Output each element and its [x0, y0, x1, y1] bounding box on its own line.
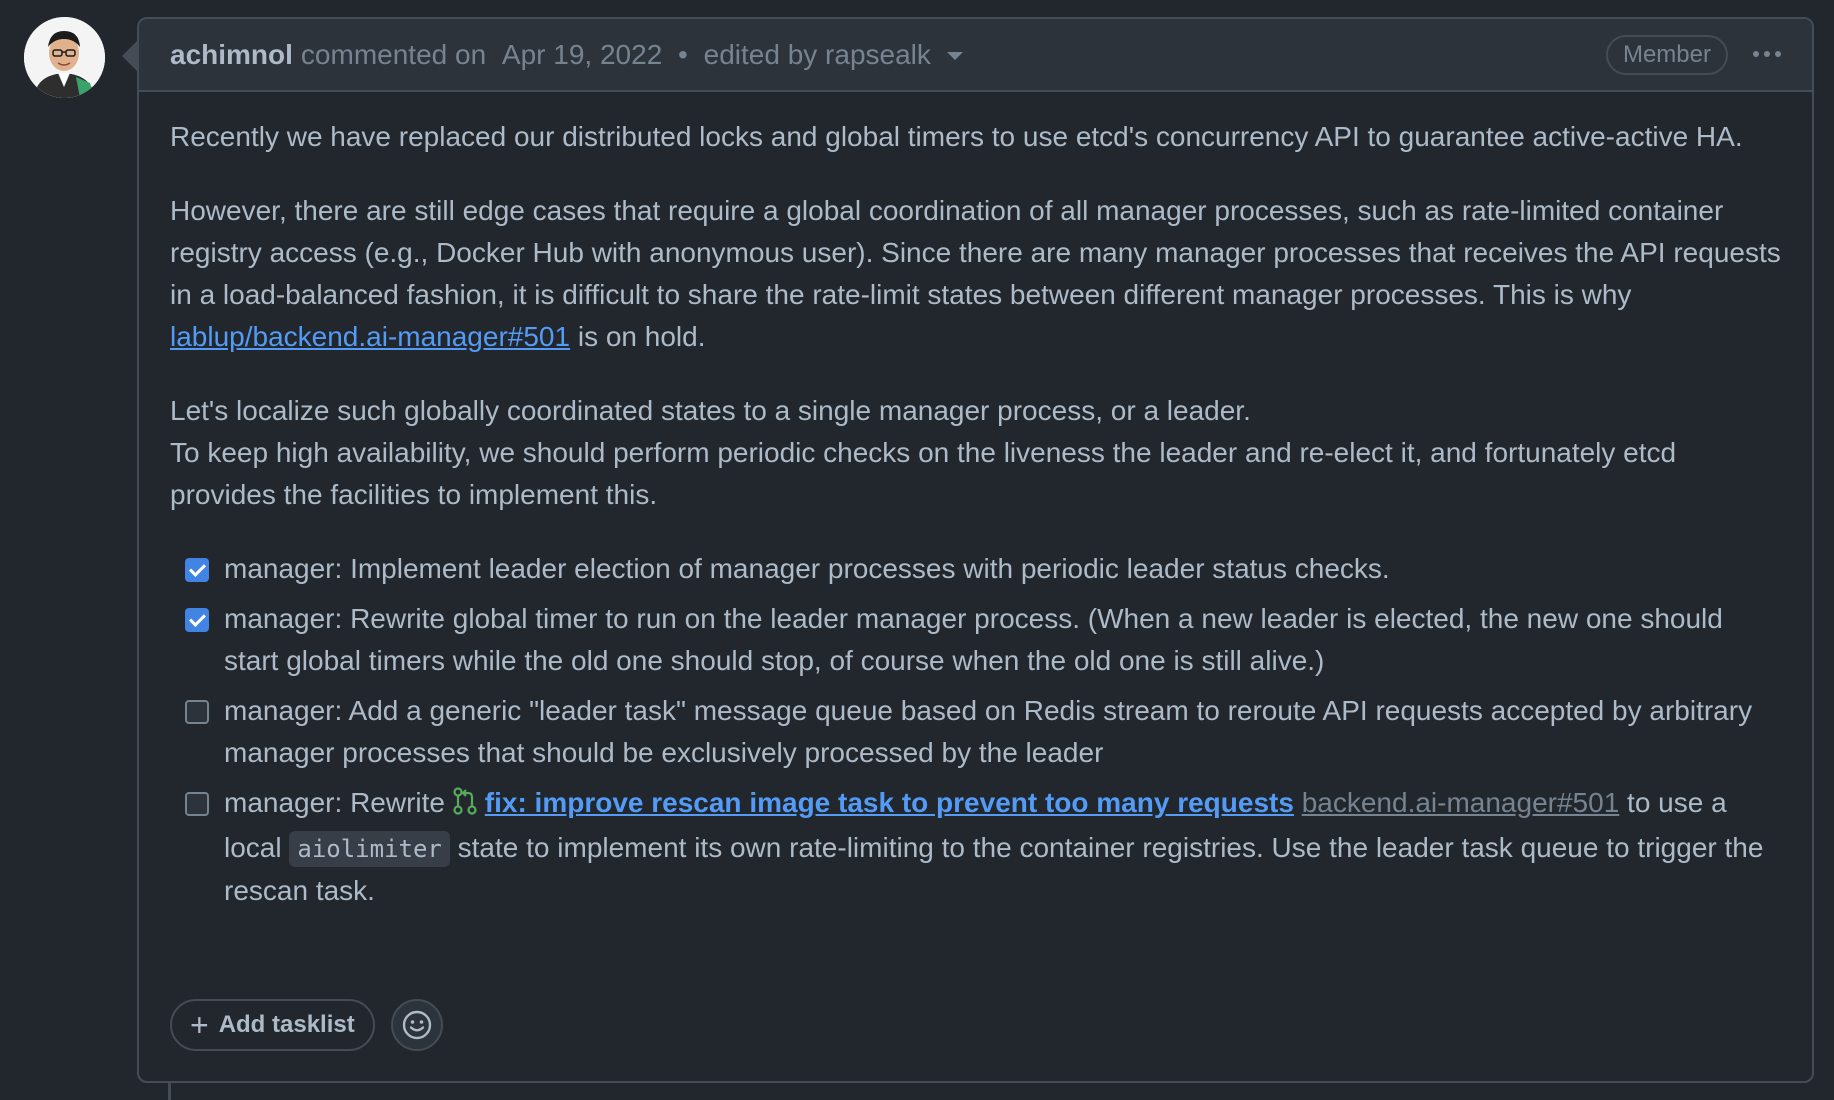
comment-pointer: [122, 40, 138, 72]
paragraph-3-line-1: Let's localize such globally coordinated…: [170, 395, 1251, 426]
task-checkbox[interactable]: [185, 700, 209, 724]
avatar-image: [24, 17, 105, 98]
task-checkbox[interactable]: [185, 558, 209, 582]
plus-icon: +: [190, 1007, 209, 1043]
author-name[interactable]: achimnol: [170, 39, 293, 71]
meta-separator: •: [678, 38, 688, 70]
task-item: manager: Rewrite fix: improve rescan ima…: [170, 782, 1782, 912]
comment-actions: + Add tasklist: [170, 999, 443, 1051]
paragraph-3: Let's localize such globally coordinated…: [170, 390, 1782, 516]
inline-code: aiolimiter: [289, 831, 450, 867]
paragraph-2-tail: is on hold.: [570, 321, 706, 352]
comment-meta: commented on Apr 19, 2022 • edited by ra…: [293, 39, 963, 71]
pull-request-ref[interactable]: backend.ai-manager#501: [1302, 787, 1620, 818]
comment-date[interactable]: Apr 19, 2022: [502, 39, 662, 70]
paragraph-2-text: However, there are still edge cases that…: [170, 195, 1781, 310]
task-item: manager: Rewrite global timer to run on …: [170, 598, 1782, 682]
task-text-suffix: state to implement its own rate-limiting…: [224, 832, 1764, 906]
kebab-horizontal-icon[interactable]: [1752, 35, 1782, 63]
task-text: manager: Implement leader election of ma…: [224, 553, 1390, 584]
task-item: manager: Implement leader election of ma…: [170, 548, 1782, 590]
issue-link[interactable]: lablup/backend.ai-manager#501: [170, 321, 570, 352]
issue-comment: achimnol commented on Apr 19, 2022 • edi…: [137, 17, 1814, 1083]
issue-page: achimnol commented on Apr 19, 2022 • edi…: [0, 0, 1834, 1100]
edited-by-menu[interactable]: edited by rapsealk: [704, 39, 931, 70]
smiley-icon: [402, 1010, 431, 1040]
chevron-down-icon[interactable]: [946, 52, 963, 61]
pull-request-link[interactable]: fix: improve rescan image task to preven…: [485, 787, 1294, 818]
author-avatar[interactable]: [24, 17, 105, 98]
task-checkbox[interactable]: [185, 608, 209, 632]
add-reaction-button[interactable]: [390, 999, 443, 1051]
task-item: manager: Add a generic "leader task" mes…: [170, 690, 1782, 774]
git-pull-request-icon: [453, 785, 477, 827]
member-badge: Member: [1605, 34, 1728, 75]
paragraph-3-line-2: To keep high availability, we should per…: [170, 437, 1677, 510]
task-checkbox[interactable]: [185, 792, 209, 816]
comment-header: achimnol commented on Apr 19, 2022 • edi…: [139, 19, 1812, 92]
timeline-connector: [168, 1080, 171, 1100]
paragraph-2: However, there are still edge cases that…: [170, 190, 1782, 358]
paragraph-1: Recently we have replaced our distribute…: [170, 121, 1743, 152]
add-tasklist-label: Add tasklist: [218, 1011, 355, 1038]
header-right: Member: [1605, 34, 1782, 75]
add-tasklist-button[interactable]: + Add tasklist: [170, 999, 375, 1051]
comment-body: Recently we have replaced our distribute…: [139, 92, 1812, 912]
task-text: manager: Add a generic "leader task" mes…: [224, 695, 1753, 768]
task-list: manager: Implement leader election of ma…: [170, 548, 1782, 912]
task-text: manager: Rewrite global timer to run on …: [224, 603, 1723, 676]
task-text-prefix: manager: Rewrite: [224, 787, 453, 818]
comment-action: commented on: [300, 38, 487, 70]
